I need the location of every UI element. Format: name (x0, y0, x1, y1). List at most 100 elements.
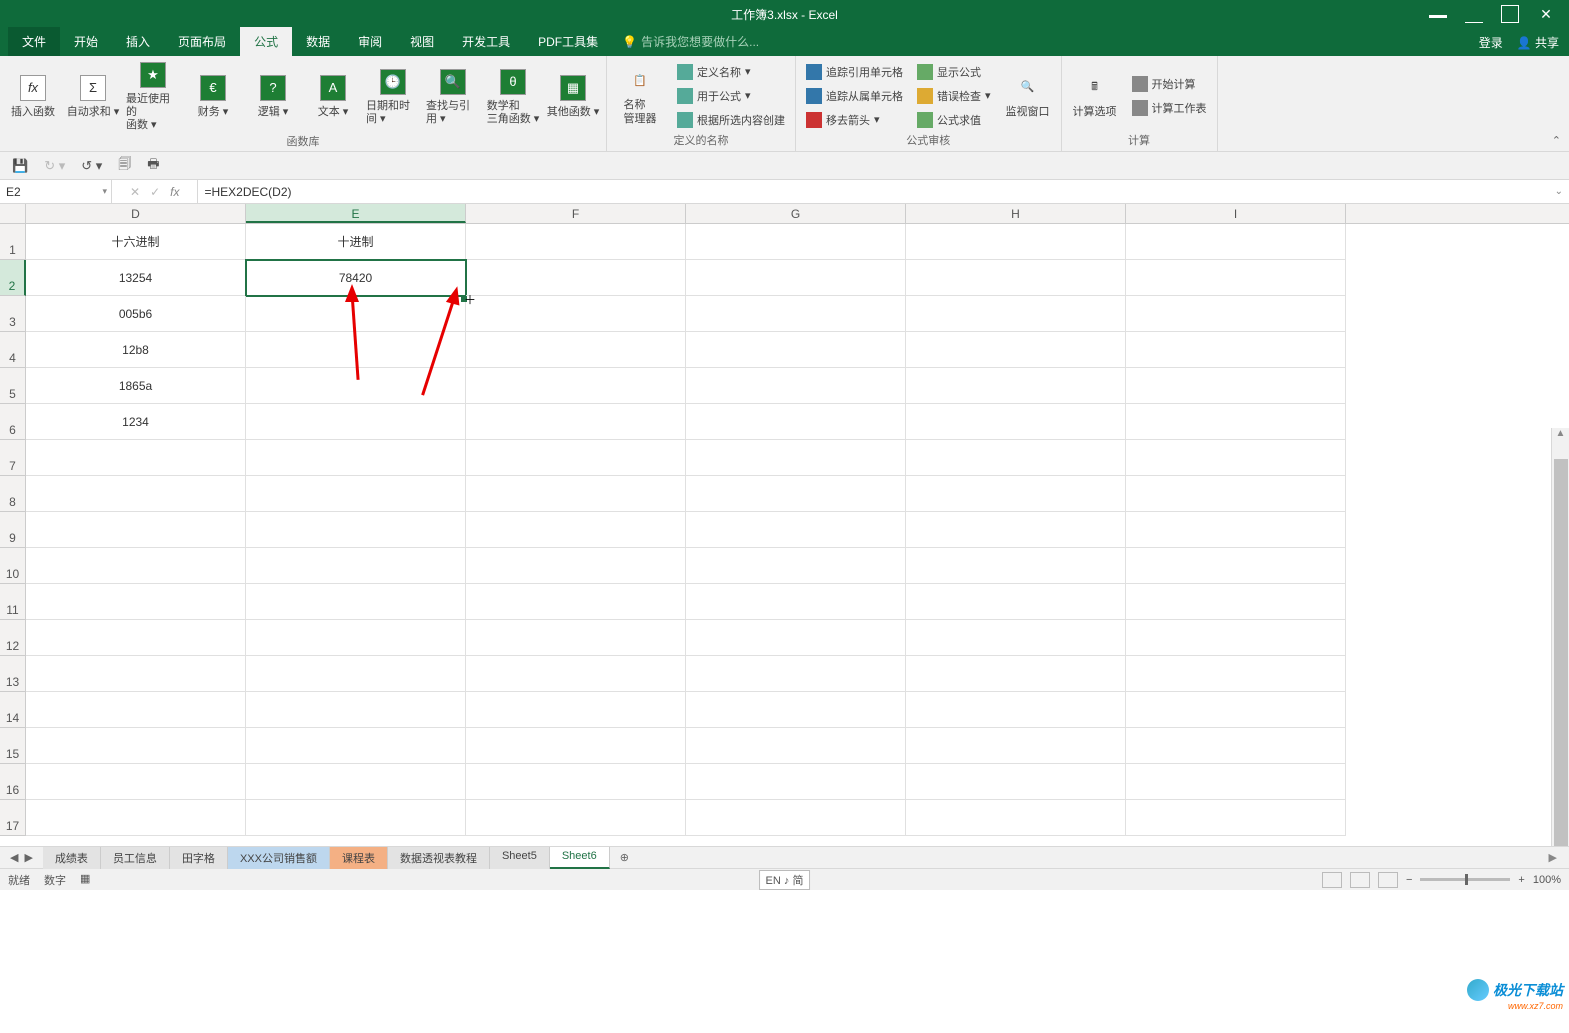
ribbon-财务[interactable]: €财务 ▾ (186, 72, 240, 119)
column-header-H[interactable]: H (906, 204, 1126, 223)
cell-I15[interactable] (1126, 728, 1346, 764)
cell-I13[interactable] (1126, 656, 1346, 692)
cell-H6[interactable] (906, 404, 1126, 440)
tab-审阅[interactable]: 审阅 (344, 27, 396, 56)
cell-G12[interactable] (686, 620, 906, 656)
column-header-G[interactable]: G (686, 204, 906, 223)
cell-D15[interactable] (26, 728, 246, 764)
cell-D8[interactable] (26, 476, 246, 512)
cell-F13[interactable] (466, 656, 686, 692)
ime-indicator[interactable]: EN ♪ 简 (759, 870, 811, 890)
cell-H16[interactable] (906, 764, 1126, 800)
cell-F2[interactable] (466, 260, 686, 296)
row-header-3[interactable]: 3 (0, 296, 26, 332)
add-sheet-button[interactable]: ⊕ (610, 851, 639, 864)
view-page-break-icon[interactable] (1378, 872, 1398, 888)
vertical-scrollbar[interactable]: ▲ (1551, 428, 1569, 846)
cell-I1[interactable] (1126, 224, 1346, 260)
sheet-tab-数据透视表教程[interactable]: 数据透视表教程 (388, 847, 490, 869)
cell-E11[interactable] (246, 584, 466, 620)
column-header-F[interactable]: F (466, 204, 686, 223)
cell-E1[interactable]: 十进制 (246, 224, 466, 260)
cell-G8[interactable] (686, 476, 906, 512)
cell-G14[interactable] (686, 692, 906, 728)
cell-I9[interactable] (1126, 512, 1346, 548)
cell-G4[interactable] (686, 332, 906, 368)
cell-G16[interactable] (686, 764, 906, 800)
cell-D11[interactable] (26, 584, 246, 620)
cell-E14[interactable] (246, 692, 466, 728)
tab-开始[interactable]: 开始 (60, 27, 112, 56)
column-header-D[interactable]: D (26, 204, 246, 223)
sheet-tab-Sheet5[interactable]: Sheet5 (490, 847, 550, 869)
create-from-selection-button[interactable]: 根据所选内容创建 (673, 109, 789, 131)
cell-I12[interactable] (1126, 620, 1346, 656)
cell-D14[interactable] (26, 692, 246, 728)
cell-E17[interactable] (246, 800, 466, 836)
column-header-I[interactable]: I (1126, 204, 1346, 223)
row-header-15[interactable]: 15 (0, 728, 26, 764)
tab-公式[interactable]: 公式 (240, 27, 292, 56)
cell-I16[interactable] (1126, 764, 1346, 800)
show-formulas-button[interactable]: 显示公式 (913, 61, 995, 83)
cell-E2[interactable]: 78420 (246, 260, 466, 296)
cell-E8[interactable] (246, 476, 466, 512)
row-header-13[interactable]: 13 (0, 656, 26, 692)
trace-dependents-button[interactable]: 追踪从属单元格 (802, 85, 907, 107)
cell-F6[interactable] (466, 404, 686, 440)
cell-E15[interactable] (246, 728, 466, 764)
cell-F16[interactable] (466, 764, 686, 800)
cell-D4[interactable]: 12b8 (26, 332, 246, 368)
row-header-14[interactable]: 14 (0, 692, 26, 728)
define-name-button[interactable]: 定义名称 ▾ (673, 61, 789, 83)
fx-icon[interactable]: fx (170, 185, 179, 199)
cell-F3[interactable] (466, 296, 686, 332)
column-header-E[interactable]: E (246, 204, 466, 223)
cell-I4[interactable] (1126, 332, 1346, 368)
row-header-12[interactable]: 12 (0, 620, 26, 656)
minimize-icon[interactable] (1465, 5, 1483, 23)
cell-D2[interactable]: 13254 (26, 260, 246, 296)
qat-print-icon[interactable]: 🖶 (147, 155, 159, 177)
ribbon-自动求和[interactable]: Σ自动求和 ▾ (66, 72, 120, 119)
select-all-corner[interactable] (0, 204, 26, 223)
cancel-formula-icon[interactable]: ✕ (130, 185, 140, 199)
formula-input[interactable]: =HEX2DEC(D2) ⌄ (198, 180, 1569, 203)
cell-H17[interactable] (906, 800, 1126, 836)
cell-F10[interactable] (466, 548, 686, 584)
cell-G7[interactable] (686, 440, 906, 476)
trace-precedents-button[interactable]: 追踪引用单元格 (802, 61, 907, 83)
cell-F14[interactable] (466, 692, 686, 728)
use-in-formula-button[interactable]: 用于公式 ▾ (673, 85, 789, 107)
cell-H11[interactable] (906, 584, 1126, 620)
cell-G9[interactable] (686, 512, 906, 548)
confirm-formula-icon[interactable]: ✓ (150, 185, 160, 199)
error-check-button[interactable]: 错误检查 ▾ (913, 85, 995, 107)
watch-window-button[interactable]: 🔍 监视窗口 (1001, 72, 1055, 119)
row-header-11[interactable]: 11 (0, 584, 26, 620)
cell-H2[interactable] (906, 260, 1126, 296)
cell-E10[interactable] (246, 548, 466, 584)
ribbon-文本[interactable]: A文本 ▾ (306, 72, 360, 119)
ribbon-其他函数[interactable]: ▦其他函数 ▾ (546, 72, 600, 119)
ribbon-display-icon[interactable] (1429, 5, 1447, 23)
close-icon[interactable]: ✕ (1537, 5, 1555, 23)
tab-页面布局[interactable]: 页面布局 (164, 27, 240, 56)
sheet-tab-课程表[interactable]: 课程表 (330, 847, 388, 869)
cell-E16[interactable] (246, 764, 466, 800)
sheet-tab-Sheet6[interactable]: Sheet6 (550, 847, 610, 869)
sheet-tab-田字格[interactable]: 田字格 (170, 847, 228, 869)
cell-F15[interactable] (466, 728, 686, 764)
cell-I3[interactable] (1126, 296, 1346, 332)
cell-G11[interactable] (686, 584, 906, 620)
zoom-slider[interactable] (1420, 878, 1510, 881)
cell-D10[interactable] (26, 548, 246, 584)
ribbon-日期和时间[interactable]: 🕒日期和时间 ▾ (366, 66, 420, 126)
cell-G2[interactable] (686, 260, 906, 296)
cell-H12[interactable] (906, 620, 1126, 656)
cell-I17[interactable] (1126, 800, 1346, 836)
scrollbar-thumb[interactable] (1554, 459, 1568, 846)
tab-nav-prev-icon[interactable]: ◀ (10, 851, 18, 864)
redo-icon[interactable]: ↻ ▾ (44, 158, 65, 174)
cell-D6[interactable]: 1234 (26, 404, 246, 440)
